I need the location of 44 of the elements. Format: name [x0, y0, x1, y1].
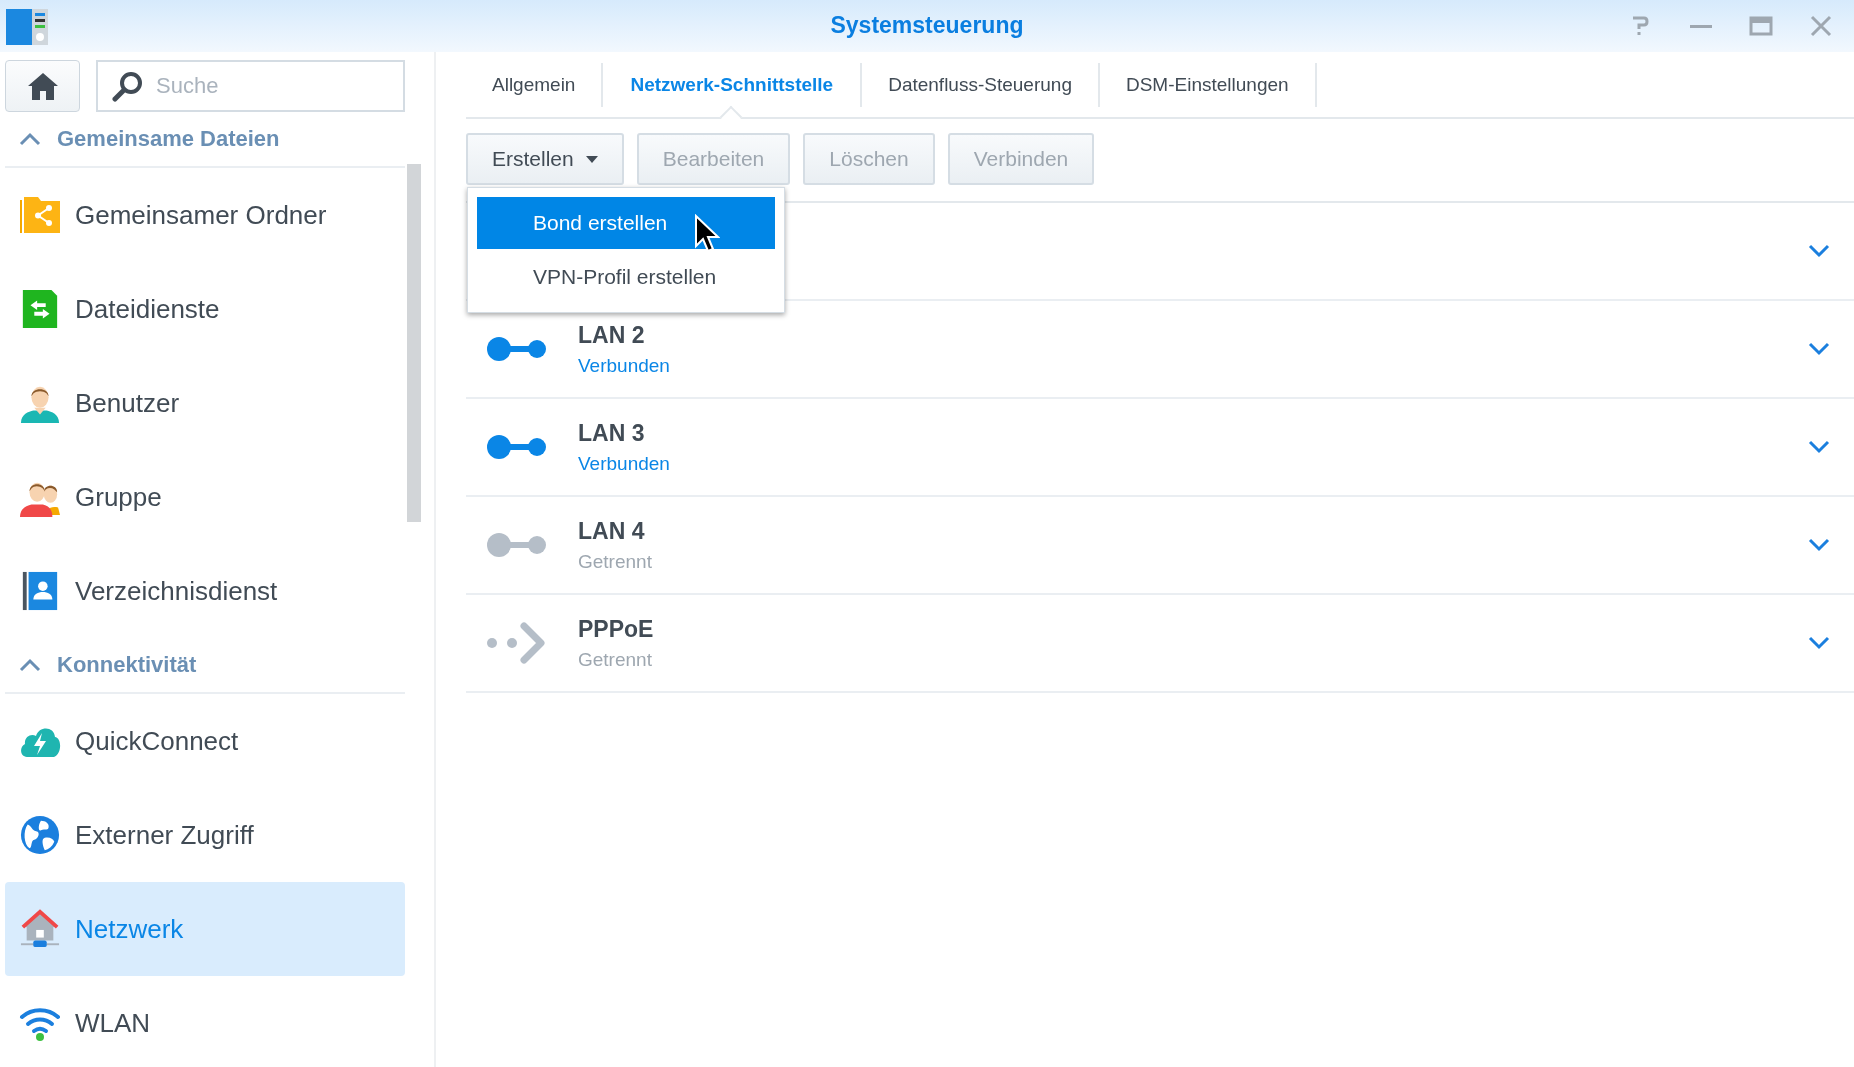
home-icon	[26, 71, 59, 101]
interface-status: Getrennt	[578, 648, 653, 671]
close-icon[interactable]	[1809, 15, 1833, 37]
sidebar-item[interactable]: Externer Zugriff	[5, 788, 405, 882]
interface-status: Getrennt	[578, 550, 652, 573]
collapse-caret-icon[interactable]	[19, 658, 41, 672]
interface-name: PPPoE	[578, 615, 654, 643]
caret-icon	[585, 155, 598, 163]
sidebar-item[interactable]: Gemeinsamer Ordner	[5, 168, 405, 262]
tab[interactable]: DSM-Einstellungen	[1099, 63, 1317, 107]
tab[interactable]: Datenfluss-Steuerung	[862, 63, 1100, 107]
expand-chevron-icon[interactable]	[1808, 538, 1830, 552]
sidebar-item[interactable]: Benutzer	[5, 356, 405, 450]
dropdown-button[interactable]: Erstellen	[466, 133, 624, 185]
maximize-icon[interactable]	[1749, 15, 1773, 37]
scrollbar-thumb[interactable]	[407, 164, 421, 522]
expand-chevron-icon[interactable]	[1808, 440, 1830, 454]
section-heading: Gemeinsame Dateien	[57, 126, 280, 152]
tab[interactable]: Allgemein	[466, 63, 604, 107]
search-field[interactable]: Suche	[96, 60, 405, 112]
tab[interactable]: Netzwerk-Schnittstelle	[603, 63, 863, 107]
menu-item[interactable]: Bond erstellen	[477, 197, 775, 249]
home-button[interactable]	[5, 60, 80, 112]
network-house-icon	[19, 909, 61, 949]
interface-status: Verbunden	[578, 452, 670, 475]
interface-name: LAN 2	[578, 321, 646, 349]
globe-icon	[19, 815, 61, 855]
sidebar-item[interactable]: Dateidienste	[5, 262, 405, 356]
shared-folder-icon	[19, 195, 61, 235]
collapse-caret-icon[interactable]	[19, 132, 41, 146]
sidebar-item[interactable]: WLAN	[5, 976, 405, 1067]
sidebar-item[interactable]: QuickConnect	[5, 694, 405, 788]
search-icon	[112, 70, 144, 102]
expand-chevron-icon[interactable]	[1808, 636, 1830, 650]
interface-name: LAN 3	[578, 419, 646, 447]
expand-chevron-icon[interactable]	[1808, 244, 1830, 258]
sidebar-item[interactable]: Verzeichnisdienst	[5, 544, 405, 638]
expand-chevron-icon[interactable]	[1808, 342, 1830, 356]
section-heading: Konnektivität	[57, 652, 197, 678]
menu-item[interactable]: VPN-Profil erstellen	[477, 251, 775, 303]
window-title: Systemsteuerung	[830, 12, 1024, 39]
sidebar-item[interactable]: Gruppe	[5, 450, 405, 544]
interface-name: LAN 4	[578, 517, 646, 545]
interface-status: Verbunden	[578, 354, 670, 377]
